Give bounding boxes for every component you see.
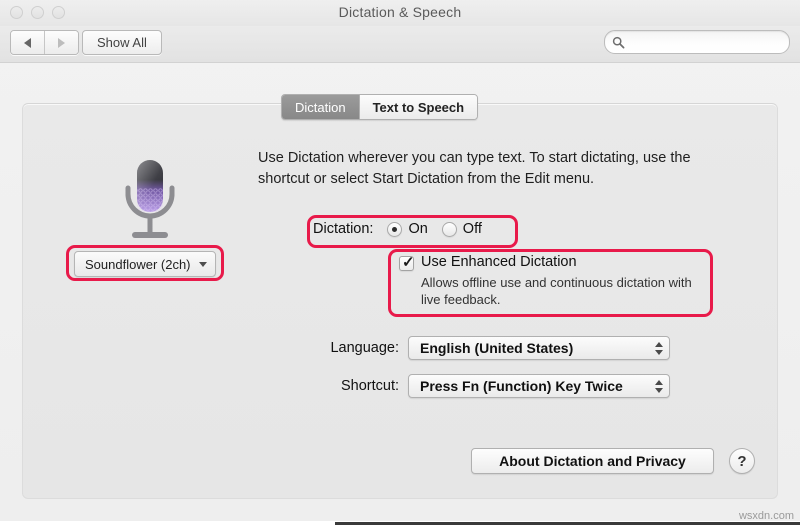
language-popup-button[interactable]: English (United States) (408, 336, 670, 360)
navigation-segmented-control (10, 30, 79, 55)
language-value: English (United States) (420, 340, 574, 356)
audio-source-popup-button[interactable]: Soundflower (2ch) (74, 251, 216, 277)
dictation-description: Use Dictation wherever you can type text… (258, 150, 691, 187)
toolbar: Show All (0, 26, 800, 63)
window-title: Dictation & Speech (338, 4, 462, 20)
tab-text-to-speech[interactable]: Text to Speech (358, 95, 478, 119)
enhanced-dictation-subtext: Allows offline use and continuous dictat… (421, 275, 692, 307)
radio-on-indicator (387, 221, 403, 237)
forward-button[interactable] (44, 31, 78, 54)
chevron-down-icon (198, 261, 207, 267)
forward-arrow-icon (58, 37, 65, 48)
enhanced-dictation-label: Use Enhanced Dictation (421, 254, 577, 270)
search-field[interactable] (604, 30, 790, 54)
tab-bar: Dictation Text to Speech (281, 94, 479, 120)
dictation-radio-off[interactable]: Off (441, 221, 482, 237)
enhanced-dictation-block: ✓ Use Enhanced Dictation Allows offline … (399, 254, 699, 308)
enhanced-dictation-checkbox-row[interactable]: ✓ Use Enhanced Dictation (399, 254, 699, 271)
enhanced-dictation-checkbox[interactable]: ✓ (399, 254, 415, 271)
help-button[interactable]: ? (729, 448, 755, 474)
radio-off-indicator (441, 221, 457, 237)
stepper-arrows-icon (655, 341, 663, 355)
dictation-radio-row: Dictation: On Off (313, 221, 482, 237)
checkmark-icon: ✓ (402, 254, 415, 271)
watermark: wsxdn.com (738, 510, 794, 522)
preferences-window: Dictation & Speech Show All Dictation Te… (0, 0, 800, 525)
show-all-button[interactable]: Show All (82, 30, 162, 55)
tab-dictation[interactable]: Dictation (282, 95, 359, 119)
stepper-arrows-icon (655, 379, 663, 393)
dictation-off-label: Off (462, 221, 482, 237)
shortcut-value: Press Fn (Function) Key Twice (420, 378, 623, 394)
shortcut-popup-button[interactable]: Press Fn (Function) Key Twice (408, 374, 670, 398)
back-button[interactable] (11, 31, 44, 54)
search-input[interactable] (628, 35, 778, 49)
dictation-on-label: On (408, 221, 428, 237)
language-row: Language: English (United States) (313, 336, 670, 360)
shortcut-label: Shortcut: (340, 378, 399, 394)
search-icon (612, 36, 625, 49)
dictation-label: Dictation: (313, 221, 374, 237)
title-bar: Dictation & Speech (0, 0, 800, 26)
back-arrow-icon (24, 37, 31, 48)
language-label: Language: (330, 340, 399, 356)
microphone-icon (118, 158, 182, 242)
audio-source-value: Soundflower (2ch) (85, 256, 191, 272)
dictation-radio-on[interactable]: On (387, 221, 428, 237)
about-dictation-and-privacy-button[interactable]: About Dictation and Privacy (471, 448, 714, 474)
shortcut-row: Shortcut: Press Fn (Function) Key Twice (313, 374, 670, 398)
